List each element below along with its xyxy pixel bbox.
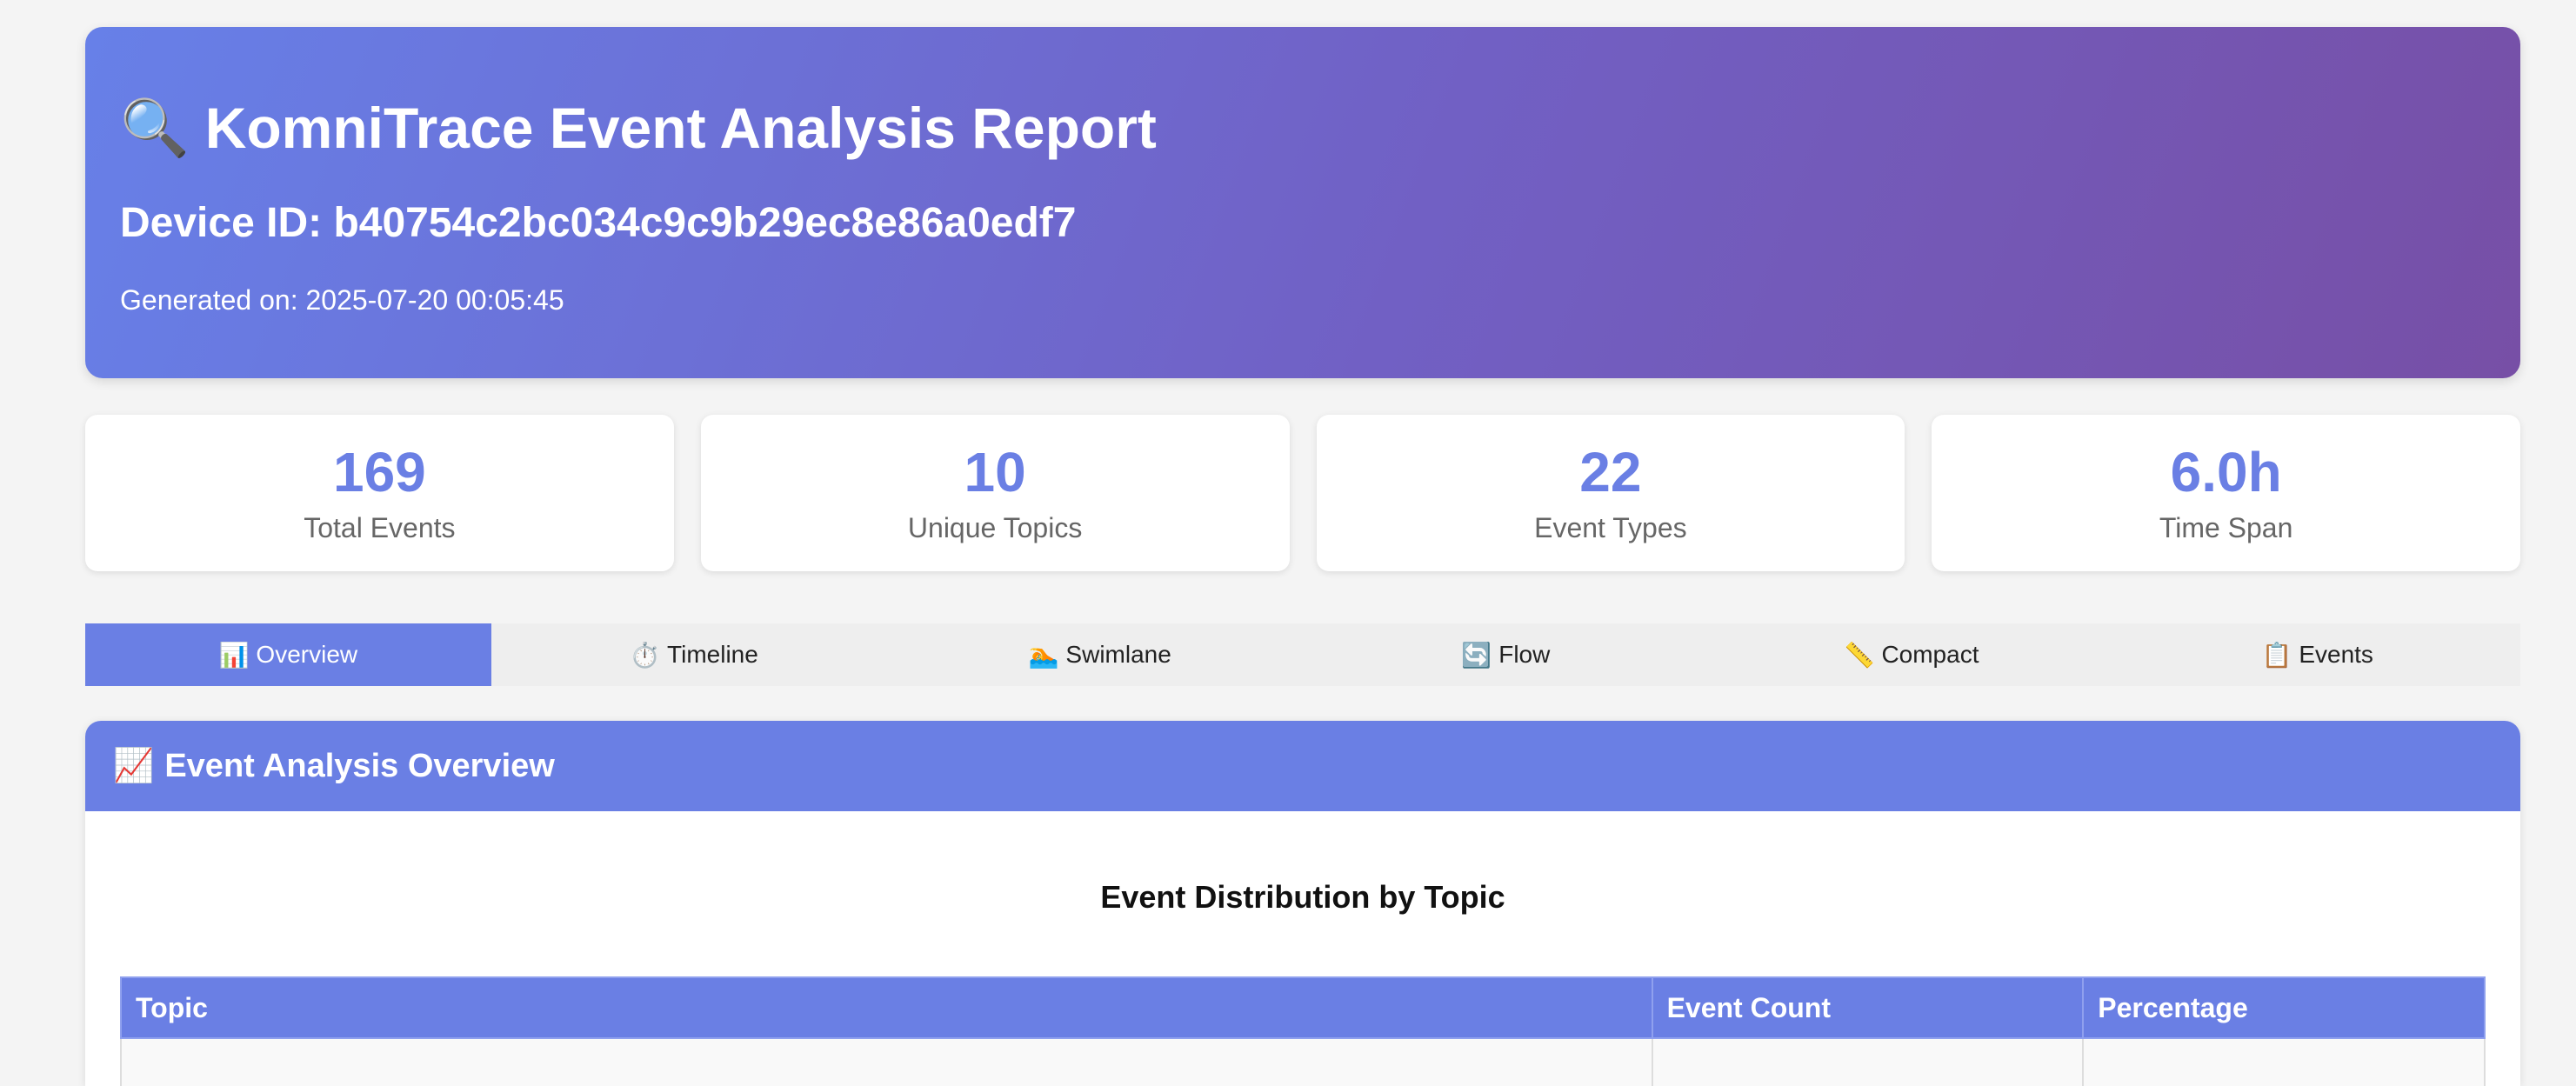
report-title-text: KomniTrace Event Analysis Report xyxy=(204,96,1157,160)
tab-label: Overview xyxy=(256,641,358,668)
stat-value: 169 xyxy=(332,441,426,504)
refresh-icon: 🔄 xyxy=(1461,641,1492,669)
tab-overview[interactable]: 📊 Overview xyxy=(85,623,491,686)
view-tabs: 📊 Overview ⏱️ Timeline 🏊 Swimlane 🔄 Flow… xyxy=(85,623,2520,686)
overview-panel: 📈 Event Analysis Overview Event Distribu… xyxy=(85,721,2520,1086)
report-page: 🔍 KomniTrace Event Analysis Report Devic… xyxy=(85,27,2520,1086)
tab-timeline[interactable]: ⏱️ Timeline xyxy=(491,623,898,686)
column-header-topic[interactable]: Topic xyxy=(120,976,1653,1039)
column-header-percentage[interactable]: Percentage xyxy=(2082,976,2486,1039)
swimmer-icon: 🏊 xyxy=(1028,641,1059,669)
tab-swimlane[interactable]: 🏊 Swimlane xyxy=(897,623,1303,686)
stat-card-event-types: 22 Event Types xyxy=(1316,415,1905,571)
stats-row: 169 Total Events 10 Unique Topics 22 Eve… xyxy=(85,415,2520,571)
topic-distribution-table: Topic Event Count Percentage xyxy=(120,976,2486,1086)
column-header-event-count[interactable]: Event Count xyxy=(1651,976,2085,1039)
distribution-title: Event Distribution by Topic xyxy=(1100,879,1505,915)
report-header: 🔍 KomniTrace Event Analysis Report Devic… xyxy=(85,27,2520,378)
stat-card-total-events: 169 Total Events xyxy=(85,415,674,571)
tab-label: Compact xyxy=(1881,641,1979,668)
generated-timestamp: Generated on: 2025-07-20 00:05:45 xyxy=(120,284,564,316)
stat-card-time-span: 6.0h Time Span xyxy=(1932,415,2520,571)
tab-label: Events xyxy=(2299,641,2373,668)
stat-value: 22 xyxy=(1579,441,1642,504)
table-header-row: Topic Event Count Percentage xyxy=(120,976,2486,1039)
tab-events[interactable]: 📋 Events xyxy=(2114,623,2520,686)
magnifier-icon: 🔍 xyxy=(120,97,190,159)
stat-label: Unique Topics xyxy=(907,511,1083,543)
table-cell xyxy=(1651,1037,2085,1086)
ruler-icon: 📏 xyxy=(1844,641,1875,669)
stat-value: 6.0h xyxy=(2170,441,2282,504)
panel-title: Event Analysis Overview xyxy=(164,747,555,784)
tab-label: Swimlane xyxy=(1065,641,1171,668)
clipboard-icon: 📋 xyxy=(2261,641,2292,669)
stat-label: Total Events xyxy=(304,511,456,543)
tab-label: Timeline xyxy=(667,641,758,668)
tab-flow[interactable]: 🔄 Flow xyxy=(1303,623,1709,686)
table-cell xyxy=(2082,1037,2486,1086)
table-row xyxy=(120,1037,2486,1086)
stat-label: Time Span xyxy=(2159,511,2293,543)
device-id: Device ID: b40754c2bc034c9c9b29ec8e86a0e… xyxy=(120,200,1077,246)
stopwatch-icon: ⏱️ xyxy=(630,641,661,669)
panel-header: 📈 Event Analysis Overview xyxy=(85,721,2520,811)
tab-label: Flow xyxy=(1498,641,1551,668)
bar-chart-icon: 📊 xyxy=(218,641,250,669)
stat-label: Event Types xyxy=(1534,511,1687,543)
report-title: 🔍 KomniTrace Event Analysis Report xyxy=(120,95,1157,161)
table-cell xyxy=(120,1037,1653,1086)
stat-value: 10 xyxy=(964,441,1026,504)
trend-chart-icon: 📈 xyxy=(113,748,155,784)
stat-card-unique-topics: 10 Unique Topics xyxy=(700,415,1290,571)
tab-compact[interactable]: 📏 Compact xyxy=(1709,623,2115,686)
